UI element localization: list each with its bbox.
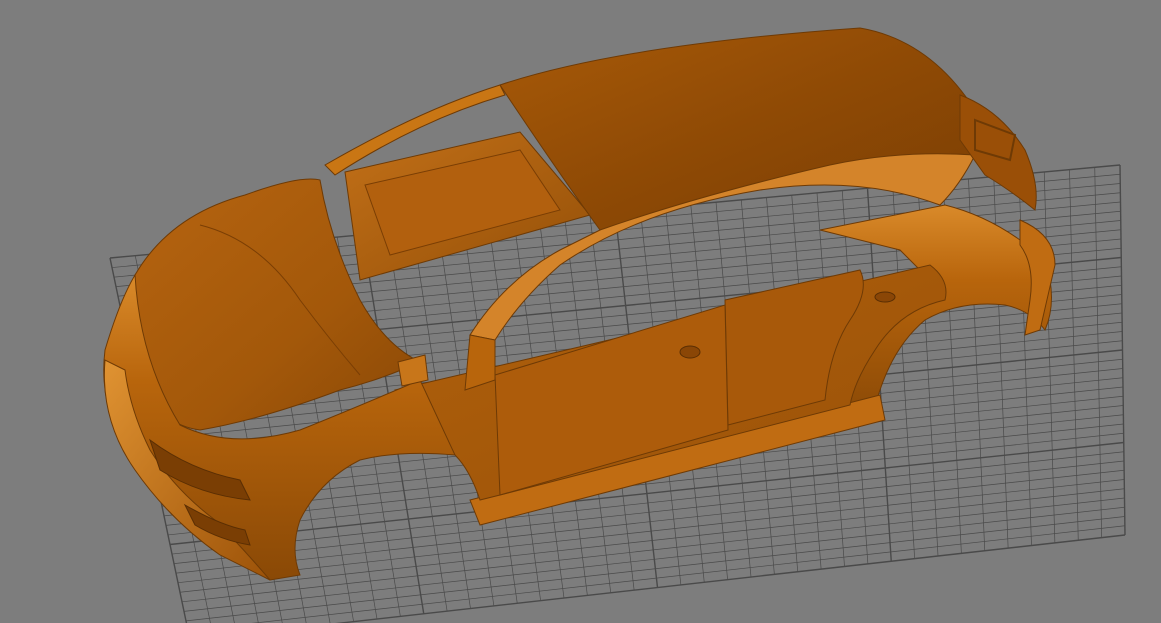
grid-line — [185, 516, 1125, 622]
rear-hatch[interactable] — [959, 94, 1037, 211]
car-body-model[interactable] — [103, 27, 1056, 581]
viewport-canvas[interactable] — [0, 0, 1161, 623]
3d-viewport[interactable] — [0, 0, 1161, 623]
front-door-handle[interactable] — [679, 345, 701, 359]
grid-line — [181, 497, 1125, 603]
grid-line — [183, 506, 1125, 612]
b-pillar[interactable] — [464, 334, 496, 391]
rear-door-handle[interactable] — [874, 291, 896, 303]
grid-line — [179, 488, 1125, 593]
